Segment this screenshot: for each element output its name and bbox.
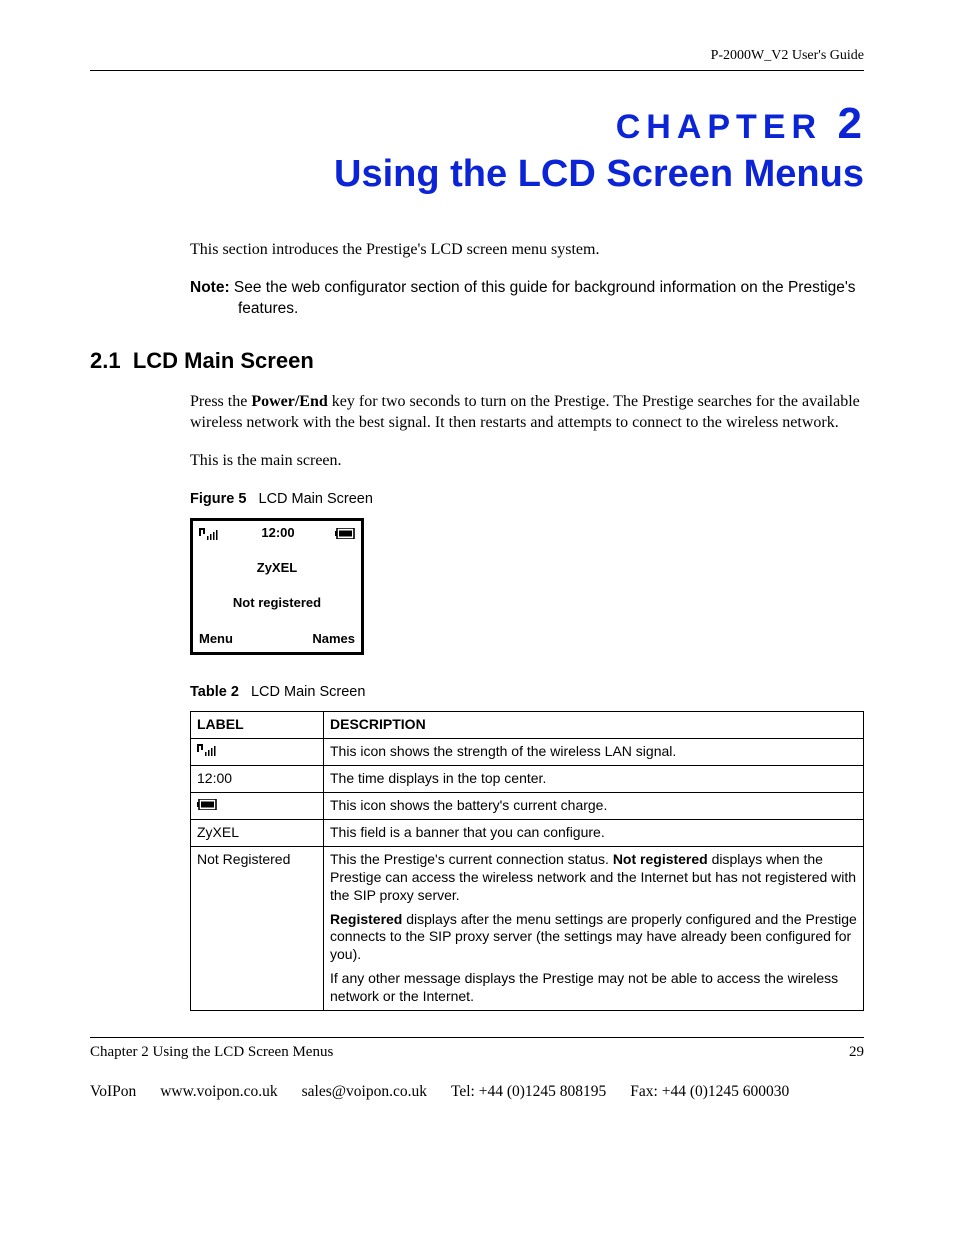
chapter-label-number: 2 <box>838 99 864 148</box>
table-cell: 12:00 <box>191 766 324 793</box>
table-header-label: LABEL <box>191 712 324 739</box>
footer-company: VoIPon <box>90 1083 136 1101</box>
lcd-banner: ZyXEL <box>193 556 361 581</box>
footer-rule <box>90 1037 864 1038</box>
section-title: LCD Main Screen <box>133 348 314 373</box>
table-cell: This field is a banner that you can conf… <box>324 819 864 846</box>
lcd-softkey-left: Menu <box>199 631 233 648</box>
table-cell: This icon shows the battery's current ch… <box>324 793 864 820</box>
table-row: This icon shows the strength of the wire… <box>191 739 864 766</box>
chapter-label-prefix: CHAPTER <box>616 108 822 146</box>
footer-fax: Fax: +44 (0)1245 600030 <box>630 1083 789 1101</box>
footer-email: sales@voipon.co.uk <box>302 1083 427 1101</box>
footer-page-number: 29 <box>849 1044 864 1061</box>
note-prefix: Note: <box>190 279 230 296</box>
footer-tel: Tel: +44 (0)1245 808195 <box>451 1083 606 1101</box>
header-rule <box>90 70 864 71</box>
battery-icon <box>191 793 324 820</box>
lcd-description-table: LABEL DESCRIPTION This icon shows the st… <box>190 711 864 1011</box>
table-row: This icon shows the battery's current ch… <box>191 793 864 820</box>
lcd-softkey-right: Names <box>312 631 355 648</box>
lcd-status: Not registered <box>193 591 361 616</box>
section-paragraph-1: Press the Power/End key for two seconds … <box>190 392 864 433</box>
section-paragraph-2: This is the main screen. <box>190 451 864 471</box>
footer-contact: VoIPon www.voipon.co.uk sales@voipon.co.… <box>90 1083 864 1101</box>
table-caption: Table 2 LCD Main Screen <box>190 683 864 702</box>
section-number: 2.1 <box>90 348 121 373</box>
lcd-time: 12:00 <box>261 525 294 542</box>
footer-url: www.voipon.co.uk <box>160 1083 277 1101</box>
table-cell: The time displays in the top center. <box>324 766 864 793</box>
footer-line: Chapter 2 Using the LCD Screen Menus 29 <box>90 1044 864 1061</box>
section-heading: 2.1 LCD Main Screen <box>90 348 864 374</box>
table-row: Not Registered This the Prestige's curre… <box>191 846 864 1010</box>
table-cell: This icon shows the strength of the wire… <box>324 739 864 766</box>
table-cell: This the Prestige's current connection s… <box>324 846 864 1010</box>
chapter-label: CHAPTER 2 <box>90 99 864 149</box>
table-cell: Not Registered <box>191 846 324 1010</box>
chapter-title: Using the LCD Screen Menus <box>90 153 864 196</box>
footer-chapter: Chapter 2 Using the LCD Screen Menus <box>90 1044 333 1061</box>
table-row: ZyXEL This field is a banner that you ca… <box>191 819 864 846</box>
intro-paragraph: This section introduces the Prestige's L… <box>190 240 864 260</box>
table-row: 12:00 The time displays in the top cente… <box>191 766 864 793</box>
signal-icon <box>199 528 221 540</box>
table-header-description: DESCRIPTION <box>324 712 864 739</box>
table-cell: ZyXEL <box>191 819 324 846</box>
lcd-screen-figure: 12:00 ZyXEL Not registered Menu Names <box>190 518 364 655</box>
running-header: P-2000W_V2 User's Guide <box>90 48 864 64</box>
note-block: Note: See the web configurator section o… <box>190 278 864 320</box>
figure-caption: Figure 5 LCD Main Screen <box>190 490 864 509</box>
note-text: See the web configurator section of this… <box>234 279 856 317</box>
signal-icon <box>191 739 324 766</box>
battery-icon <box>335 528 355 539</box>
